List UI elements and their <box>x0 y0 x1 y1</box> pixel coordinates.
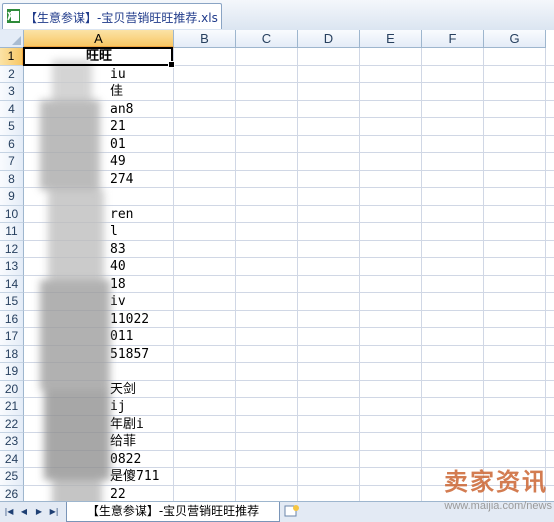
row-header-23[interactable]: 23 <box>0 433 24 451</box>
row-header-17[interactable]: 17 <box>0 328 24 346</box>
gridline <box>359 48 360 501</box>
row-header-9[interactable]: 9 <box>0 188 24 206</box>
column-header-c[interactable]: C <box>236 30 298 48</box>
watermark-url: www.maijia.com/news <box>444 500 552 512</box>
row-header-16[interactable]: 16 <box>0 310 24 328</box>
next-sheet-icon[interactable]: ▶ <box>33 505 45 518</box>
gridline <box>545 48 546 501</box>
column-header-a[interactable]: A <box>24 30 174 48</box>
workbook-tab[interactable]: 【生意参谋】-宝贝营销旺旺推荐.xls <box>2 3 222 29</box>
row-header-11[interactable]: 11 <box>0 223 24 241</box>
select-all-corner[interactable] <box>0 30 24 48</box>
spreadsheet-grid[interactable]: ABCDEFG 1 2 3 4 5 6 7 8 9 10 11 12 13 14 15 16 17 18 19 20 2… <box>0 30 554 501</box>
workbook-tab-bar: 【生意参谋】-宝贝营销旺旺推荐.xls <box>0 0 554 31</box>
row-header-15[interactable]: 15 <box>0 293 24 311</box>
row-header-6[interactable]: 6 <box>0 135 24 153</box>
first-sheet-icon[interactable]: |◀ <box>3 505 15 518</box>
row-header-1[interactable]: 1 <box>0 48 24 66</box>
column-header-f[interactable]: F <box>422 30 484 48</box>
row-header-4[interactable]: 4 <box>0 100 24 118</box>
row-header-21[interactable]: 21 <box>0 398 24 416</box>
active-cell-cursor[interactable] <box>23 47 175 68</box>
row-header-5[interactable]: 5 <box>0 118 24 136</box>
privacy-blur-mask <box>40 60 120 501</box>
row-header-18[interactable]: 18 <box>0 345 24 363</box>
row-header-8[interactable]: 8 <box>0 170 24 188</box>
sheet-tab-active[interactable]: 【生意参谋】-宝贝营销旺旺推荐 <box>66 502 280 522</box>
row-header-2[interactable]: 2 <box>0 65 24 83</box>
row-header-14[interactable]: 14 <box>0 275 24 293</box>
gridline <box>483 48 484 501</box>
row-header-3[interactable]: 3 <box>0 83 24 101</box>
prev-sheet-icon[interactable]: ◀ <box>18 505 30 518</box>
row-header-25[interactable]: 25 <box>0 468 24 486</box>
fill-handle[interactable] <box>168 61 175 68</box>
row-header-13[interactable]: 13 <box>0 258 24 276</box>
row-header-20[interactable]: 20 <box>0 380 24 398</box>
row-header-19[interactable]: 19 <box>0 363 24 381</box>
row-header-12[interactable]: 12 <box>0 240 24 258</box>
row-header-7[interactable]: 7 <box>0 153 24 171</box>
column-header-b[interactable]: B <box>174 30 236 48</box>
workbook-tab-title: 【生意参谋】-宝贝营销旺旺推荐.xls <box>25 11 218 25</box>
excel-icon <box>7 9 20 23</box>
row-header-10[interactable]: 10 <box>0 205 24 223</box>
insert-sheet-icon[interactable] <box>284 504 300 518</box>
row-header-22[interactable]: 22 <box>0 415 24 433</box>
row-header-26[interactable]: 26 <box>0 485 24 501</box>
column-header-d[interactable]: D <box>298 30 360 48</box>
last-sheet-icon[interactable]: ▶| <box>48 505 60 518</box>
column-header-e[interactable]: E <box>360 30 422 48</box>
watermark-logo: 卖家资讯 <box>444 468 548 496</box>
gridline <box>421 48 422 501</box>
row-header-24[interactable]: 24 <box>0 450 24 468</box>
gridline <box>235 48 236 501</box>
column-header-g[interactable]: G <box>484 30 546 48</box>
gridline <box>297 48 298 501</box>
